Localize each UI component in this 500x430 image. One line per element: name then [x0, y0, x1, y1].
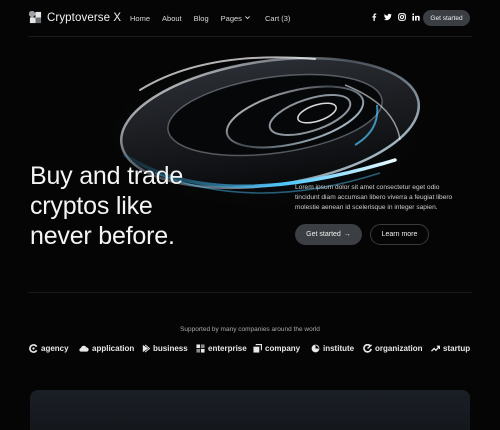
trending-up-icon: [431, 345, 440, 352]
partner-name: agency: [41, 344, 69, 353]
brand-name: Cryptoverse X: [47, 11, 122, 24]
business-logo-icon: [142, 344, 150, 353]
hero-divider: [28, 292, 472, 293]
partner-logos: agency application business enterprise c…: [29, 344, 473, 358]
nav-link-cart[interactable]: Cart (3): [265, 14, 290, 23]
partner-name: institute: [323, 344, 355, 353]
brand-logo[interactable]: Cryptoverse X: [29, 11, 121, 24]
partner-name: startup: [443, 344, 471, 353]
logo-mark-icon: [29, 11, 42, 24]
nav-link-blog[interactable]: Blog: [194, 14, 209, 23]
hero-description-line: molestie aenean id scelerisque in intege…: [295, 204, 438, 211]
agency-logo-icon: [29, 344, 38, 353]
arrow-right-icon: →: [343, 231, 351, 238]
bottom-preview-panel: [30, 390, 470, 430]
partner-logo-enterprise: enterprise: [196, 344, 247, 353]
nav-link-about[interactable]: About: [162, 14, 182, 23]
instagram-icon[interactable]: [398, 13, 406, 21]
partner-name: business: [153, 344, 188, 353]
enterprise-logo-icon: [196, 344, 205, 353]
hero-description-line: Lorem ipsum dolor sit amet consectetur e…: [295, 184, 440, 191]
hero-headline-line: Buy and trade: [30, 162, 184, 190]
twitter-icon[interactable]: [384, 13, 392, 21]
hero-description-line: tincidunt diam accumsan libero viverra a…: [295, 194, 453, 201]
partner-name: application: [92, 344, 135, 353]
nav-get-started-button[interactable]: Get started: [423, 10, 470, 26]
partner-logo-agency: agency: [29, 344, 69, 353]
chevron-down-icon: [245, 16, 250, 20]
cloud-icon: [79, 345, 89, 352]
partners-caption: Supported by many companies around the w…: [180, 326, 320, 333]
partner-logo-startup: startup: [431, 344, 470, 353]
organization-logo-icon: [363, 344, 372, 353]
hero-description: Lorem ipsum dolor sit amet consectetur e…: [295, 183, 475, 213]
nav-link-pages[interactable]: Pages: [221, 14, 251, 23]
nav-link-home[interactable]: Home: [130, 14, 150, 23]
hero-headline: Buy and trade cryptos like never before.: [30, 161, 240, 251]
partner-name: organization: [375, 344, 423, 353]
hero-headline-line: cryptos like: [30, 192, 153, 220]
social-links: [370, 13, 420, 21]
hero-learn-more-button[interactable]: Learn more: [370, 224, 429, 245]
nav-links: Home About Blog Pages Cart (3): [130, 14, 290, 23]
partner-logo-company: company: [253, 344, 300, 353]
hero-get-started-button[interactable]: Get started →: [295, 224, 362, 245]
hero-headline-line: never before.: [30, 222, 175, 250]
partner-logo-application: application: [78, 344, 134, 353]
nav-divider: [28, 36, 472, 37]
facebook-icon[interactable]: [370, 13, 378, 21]
institute-logo-icon: [311, 344, 320, 353]
partner-logo-organization: organization: [363, 344, 423, 353]
hero-get-started-label: Get started: [306, 231, 341, 238]
partner-name: company: [265, 344, 301, 353]
partner-logo-institute: institute: [311, 344, 354, 353]
top-navbar: Cryptoverse X Home About Blog Pages Cart…: [0, 0, 500, 36]
linkedin-icon[interactable]: [412, 13, 420, 21]
partner-name: enterprise: [208, 344, 247, 353]
nav-link-pages-label: Pages: [220, 14, 242, 23]
company-logo-icon: [253, 344, 262, 353]
partner-logo-business: business: [141, 344, 188, 353]
